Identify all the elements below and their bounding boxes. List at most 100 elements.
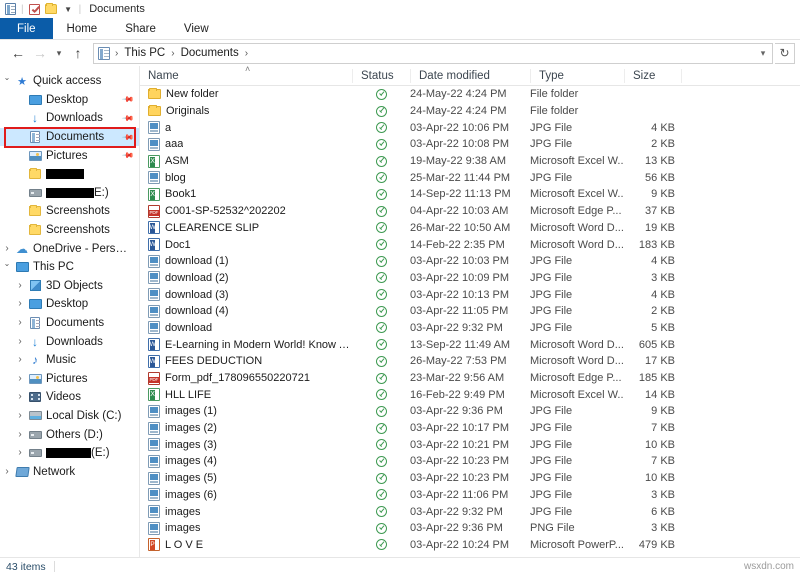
table-row[interactable]: images 03-Apr-22 9:36 PM PNG File 3 KB <box>140 520 800 537</box>
sidebar-item-3d-objects[interactable]: 3D Objects <box>0 277 139 296</box>
tab-share[interactable]: Share <box>111 18 170 39</box>
chevron-right-icon[interactable] <box>13 318 27 328</box>
sidebar-item-pictures[interactable]: Pictures <box>0 370 139 389</box>
pin-icon[interactable]: 📌 <box>121 130 134 143</box>
table-row[interactable]: L O V E 03-Apr-22 10:24 PM Microsoft Power… <box>140 537 800 554</box>
jpg-icon <box>148 505 160 519</box>
sidebar-item-network[interactable]: Network <box>0 462 139 481</box>
chevron-right-icon[interactable] <box>13 374 27 384</box>
chevron-right-icon[interactable] <box>0 244 14 254</box>
table-row[interactable]: images (1) 03-Apr-22 9:36 PM JPG File 9 KB <box>140 403 800 420</box>
sidebar-item-screenshots[interactable]: Screenshots <box>0 202 139 221</box>
sidebar-item-documents[interactable]: Documents 📌 <box>0 127 139 147</box>
sidebar-item-downloads[interactable]: ↓ Downloads <box>0 332 139 351</box>
chevron-right-icon[interactable] <box>13 430 27 440</box>
forward-button[interactable]: → <box>30 43 50 63</box>
table-row[interactable]: images 03-Apr-22 9:32 PM JPG File 6 KB <box>140 503 800 520</box>
chevron-down-icon[interactable]: ▼ <box>62 3 75 16</box>
status-cell <box>352 103 410 120</box>
up-button[interactable]: ↑ <box>68 43 88 63</box>
table-row[interactable]: E-Learning in Modern World! Know All th.… <box>140 336 800 353</box>
table-row[interactable]: aaa 03-Apr-22 10:08 PM JPG File 2 KB <box>140 136 800 153</box>
breadcrumb-documents[interactable]: Documents <box>180 47 240 59</box>
pin-icon[interactable]: 📌 <box>121 112 134 125</box>
sidebar-item-this-pc[interactable]: This PC <box>0 258 139 277</box>
sidebar-item-desktop[interactable]: Desktop 📌 <box>0 91 139 110</box>
table-row[interactable]: a 03-Apr-22 10:06 PM JPG File 4 KB <box>140 119 800 136</box>
chevron-right-icon[interactable] <box>13 448 27 458</box>
sidebar-item-pictures[interactable]: Pictures 📌 <box>0 146 139 165</box>
documents-icon <box>27 317 43 330</box>
checkmark-icon[interactable] <box>28 3 41 16</box>
sidebar-item-e[interactable]: E:) <box>0 184 139 203</box>
table-row[interactable]: C001-SP-52532^202202 04-Apr-22 10:03 AM Mi… <box>140 203 800 220</box>
sidebar-item-onedrive-personal[interactable]: ☁ OneDrive - Personal <box>0 239 139 258</box>
sidebar-item-documents[interactable]: Documents <box>0 314 139 333</box>
table-row[interactable]: New folder 24-May-22 4:24 PM File folder <box>140 86 800 103</box>
sidebar-item-desktop[interactable]: Desktop <box>0 295 139 314</box>
chevron-right-icon[interactable] <box>13 299 27 309</box>
pin-icon[interactable]: 📌 <box>121 93 134 106</box>
sidebar-item-videos[interactable]: Videos <box>0 388 139 407</box>
file-name-cell: download (1) <box>140 253 352 270</box>
tab-view[interactable]: View <box>170 18 223 39</box>
table-row[interactable]: download (1) 03-Apr-22 10:03 PM JPG File 4 … <box>140 253 800 270</box>
table-row[interactable]: blog 25-Mar-22 11:44 PM JPG File 56 KB <box>140 169 800 186</box>
type-cell: File folder <box>530 105 579 118</box>
sync-complete-icon <box>375 339 387 351</box>
column-header-date-modified[interactable]: Date modified <box>410 68 530 83</box>
column-header-size[interactable]: Size <box>624 68 681 83</box>
table-row[interactable]: download (2) 03-Apr-22 10:09 PM JPG File 3 … <box>140 270 800 287</box>
chevron-right-icon[interactable] <box>13 337 27 347</box>
table-row[interactable]: Doc1 14-Feb-22 2:35 PM Microsoft Word D...… <box>140 236 800 253</box>
pin-icon[interactable]: 📌 <box>121 149 134 162</box>
sidebar-item-quick-access[interactable]: ★ Quick access <box>0 72 139 91</box>
recent-locations-button[interactable]: ▾ <box>52 43 66 63</box>
table-row[interactable]: Originals 24-May-22 4:24 PM File folder <box>140 103 800 120</box>
chevron-right-icon[interactable] <box>0 467 14 477</box>
tab-home[interactable]: Home <box>53 18 112 39</box>
table-row[interactable]: images (6) 03-Apr-22 11:06 PM JPG File 3 KB <box>140 487 800 504</box>
sidebar-item-e[interactable]: (E:) <box>0 444 139 463</box>
chevron-down-icon[interactable] <box>0 263 14 271</box>
table-row[interactable]: CLEARENCE SLIP 26-Mar-22 10:50 AM Microsof… <box>140 220 800 237</box>
sidebar-item-local-disk-c[interactable]: Local Disk (C:) <box>0 407 139 426</box>
table-row[interactable]: download (3) 03-Apr-22 10:13 PM JPG File 4 … <box>140 286 800 303</box>
chevron-right-icon[interactable] <box>13 355 27 365</box>
table-row[interactable]: download (4) 03-Apr-22 11:05 PM JPG File 2 … <box>140 303 800 320</box>
chevron-right-icon[interactable] <box>13 411 27 421</box>
refresh-icon[interactable]: ↻ <box>775 42 795 64</box>
table-row[interactable]: FEES DEDUCTION 26-May-22 7:53 PM Microsoft… <box>140 353 800 370</box>
properties-icon[interactable] <box>4 3 17 16</box>
file-name-label: HLL LIFE <box>165 388 212 401</box>
table-row[interactable]: Book1 14-Sep-22 11:13 PM Microsoft Excel W… <box>140 186 800 203</box>
back-button[interactable]: ← <box>8 43 28 63</box>
breadcrumb-this-pc[interactable]: This PC <box>123 47 166 59</box>
sidebar-item-screenshots[interactable]: Screenshots <box>0 221 139 240</box>
chevron-right-icon[interactable] <box>13 392 27 402</box>
size-cell: 3 KB <box>651 271 675 284</box>
sidebar-item-downloads[interactable]: ↓ Downloads 📌 <box>0 109 139 128</box>
table-row[interactable]: HLL LIFE 16-Feb-22 9:49 PM Microsoft Excel… <box>140 386 800 403</box>
tab-file[interactable]: File <box>0 18 53 39</box>
table-row[interactable]: Form_pdf_178096550220721 23-Mar-22 9:56 A… <box>140 370 800 387</box>
table-row[interactable]: images (5) 03-Apr-22 10:23 PM JPG File 10 K… <box>140 470 800 487</box>
table-row[interactable]: ASM 19-May-22 9:38 AM Microsoft Excel W...… <box>140 153 800 170</box>
chevron-right-icon[interactable] <box>13 281 27 291</box>
table-row[interactable]: images (2) 03-Apr-22 10:17 PM JPG File 7 KB <box>140 420 800 437</box>
chevron-down-icon[interactable]: ▾ <box>754 43 772 63</box>
new-folder-icon[interactable] <box>45 3 58 16</box>
sidebar-item-redacted-5[interactable] <box>0 165 139 184</box>
date-modified-cell: 16-Feb-22 9:49 PM <box>410 388 505 401</box>
chevron-down-icon[interactable] <box>0 77 14 85</box>
type-cell: JPG File <box>530 422 573 435</box>
address-path-field[interactable]: › This PC › Documents › ▾ <box>93 42 773 64</box>
sidebar-item-others-d[interactable]: Others (D:) <box>0 425 139 444</box>
column-header-type[interactable]: Type <box>530 68 624 83</box>
table-row[interactable]: images (4) 03-Apr-22 10:23 PM JPG File 7 KB <box>140 453 800 470</box>
file-rows[interactable]: New folder 24-May-22 4:24 PM File folder Or… <box>140 86 800 557</box>
table-row[interactable]: images (3) 03-Apr-22 10:21 PM JPG File 10 K… <box>140 436 800 453</box>
column-header-status[interactable]: Status <box>352 68 410 83</box>
table-row[interactable]: download 03-Apr-22 9:32 PM JPG File 5 KB <box>140 320 800 337</box>
sidebar-item-music[interactable]: ♪ Music <box>0 351 139 370</box>
